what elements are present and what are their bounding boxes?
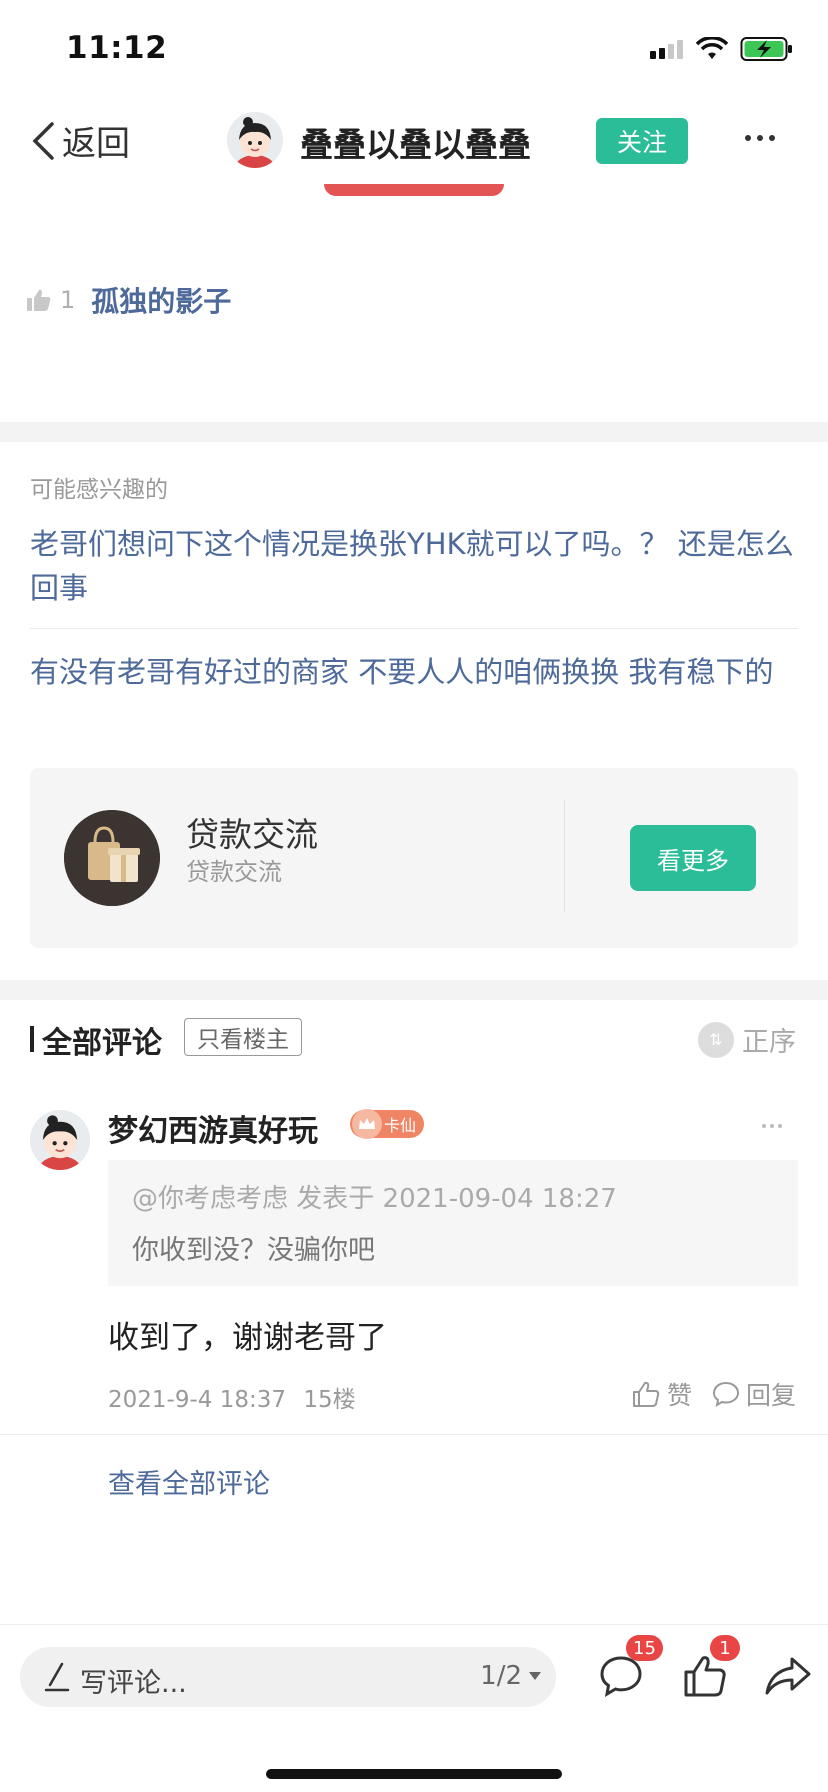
interest-link[interactable]: 老哥们想问下这个情况是换张YHK就可以了吗。？ 还是怎么回事 (30, 522, 800, 610)
more-dot (757, 135, 763, 141)
forum-subtitle: 贷款交流 (186, 858, 282, 886)
crown-icon (352, 1109, 382, 1139)
write-comment-input[interactable]: 写评论... 1/2 (20, 1647, 556, 1707)
divider (0, 1434, 828, 1435)
navigation-bar: 返回 叠叠以叠以叠叠 关注 (0, 100, 828, 184)
thumbs-up-icon (27, 289, 51, 311)
section-marker (30, 1026, 34, 1052)
interest-section-label: 可能感兴趣的 (30, 477, 168, 503)
sort-order-label: 正序 (742, 1027, 796, 1058)
cellular-signal-icon (650, 40, 683, 59)
more-dot (769, 135, 775, 141)
follow-button[interactable]: 关注 (596, 118, 688, 164)
comment-floor: 15楼 (303, 1387, 356, 1413)
home-indicator (266, 1769, 562, 1779)
comment-actions: 赞 回复 (631, 1376, 796, 1412)
comment-meta: 2021-9-4 18:37 15楼 (108, 1380, 356, 1414)
interest-link[interactable]: 有没有老哥有好过的商家 不要人人的咱俩换换 我有稳下的 (30, 650, 800, 694)
comment-time: 2021-9-4 18:37 (108, 1387, 286, 1413)
write-comment-placeholder: 写评论... (80, 1668, 187, 1699)
quote-header: @你考虑考虑 发表于 2021-09-04 18:27 (132, 1184, 617, 1214)
only-op-filter-button[interactable]: 只看楼主 (184, 1018, 302, 1056)
back-button[interactable]: 返回 (30, 116, 130, 165)
more-dot (762, 1124, 766, 1128)
thumbs-up-outline-icon (632, 1381, 660, 1407)
like-count: 1 (60, 286, 76, 314)
forum-name: 贷款交流 (186, 815, 318, 854)
reply-comment-button[interactable]: 回复 (712, 1376, 796, 1412)
page-title: 叠叠以叠以叠叠 (300, 125, 531, 164)
comments-title: 全部评论 (42, 1026, 162, 1061)
liker-name-link[interactable]: 孤独的影子 (91, 280, 231, 320)
reply-label: 回复 (745, 1381, 796, 1410)
view-all-comments-link[interactable]: 查看全部评论 (108, 1462, 270, 1501)
forum-card[interactable]: 贷款交流 贷款交流 看更多 (30, 768, 798, 948)
cartoon-avatar-icon (30, 1110, 90, 1170)
comment-count-badge: 15 (626, 1635, 663, 1661)
comment-more-button[interactable] (762, 1124, 782, 1128)
page-indicator-label: 1/2 (480, 1661, 522, 1691)
speech-bubble-icon (712, 1381, 739, 1408)
see-more-button[interactable]: 看更多 (630, 825, 756, 891)
like-comment-button[interactable]: 赞 (631, 1376, 692, 1412)
more-dot (770, 1124, 774, 1128)
sort-order-button[interactable]: ⇅ 正序 (698, 1020, 796, 1059)
pencil-icon (44, 1662, 70, 1692)
battery-charging-icon (740, 37, 792, 61)
status-bar: 11:12 (0, 0, 828, 100)
chevron-left-icon (32, 121, 54, 160)
caret-down-icon (529, 1672, 541, 1680)
comments-header: 全部评论 只看楼主 ⇅ 正序 (0, 1000, 828, 1076)
share-arrow-icon (765, 1657, 811, 1695)
more-options-button[interactable] (740, 118, 780, 158)
author-avatar[interactable] (227, 112, 283, 168)
wifi-icon (696, 37, 728, 59)
sort-icon: ⇅ (698, 1021, 734, 1058)
section-separator (0, 980, 828, 1000)
cartoon-avatar-icon (227, 112, 283, 168)
badge-label: 卡仙 (384, 1116, 417, 1135)
more-dot (745, 135, 751, 141)
likers-row: 1 孤独的影子 (26, 280, 231, 320)
divider (30, 628, 798, 629)
like-label: 赞 (666, 1381, 692, 1410)
more-dot (778, 1124, 782, 1128)
status-time: 11:12 (66, 30, 168, 66)
user-level-badge: 卡仙 (350, 1109, 425, 1139)
commenter-avatar[interactable] (30, 1110, 90, 1170)
gift-bag-icon (64, 810, 160, 906)
bottom-bar: 写评论... 1/2 15 1 (0, 1624, 828, 1792)
share-button[interactable] (764, 1653, 816, 1705)
section-separator (0, 422, 828, 442)
commenter-name[interactable]: 梦幻西游真好玩 (108, 1106, 318, 1150)
like-count-badge: 1 (710, 1635, 740, 1661)
divider (564, 800, 565, 912)
quote-text: 你收到没？没骗你吧 (132, 1235, 375, 1266)
back-label: 返回 (62, 124, 130, 164)
quoted-reply[interactable]: @你考虑考虑 发表于 2021-09-04 18:27 你收到没？没骗你吧 (108, 1160, 798, 1286)
page-indicator[interactable]: 1/2 (480, 1661, 542, 1691)
comment-text: 收到了，谢谢老哥了 (108, 1320, 387, 1356)
status-icons (650, 36, 794, 62)
